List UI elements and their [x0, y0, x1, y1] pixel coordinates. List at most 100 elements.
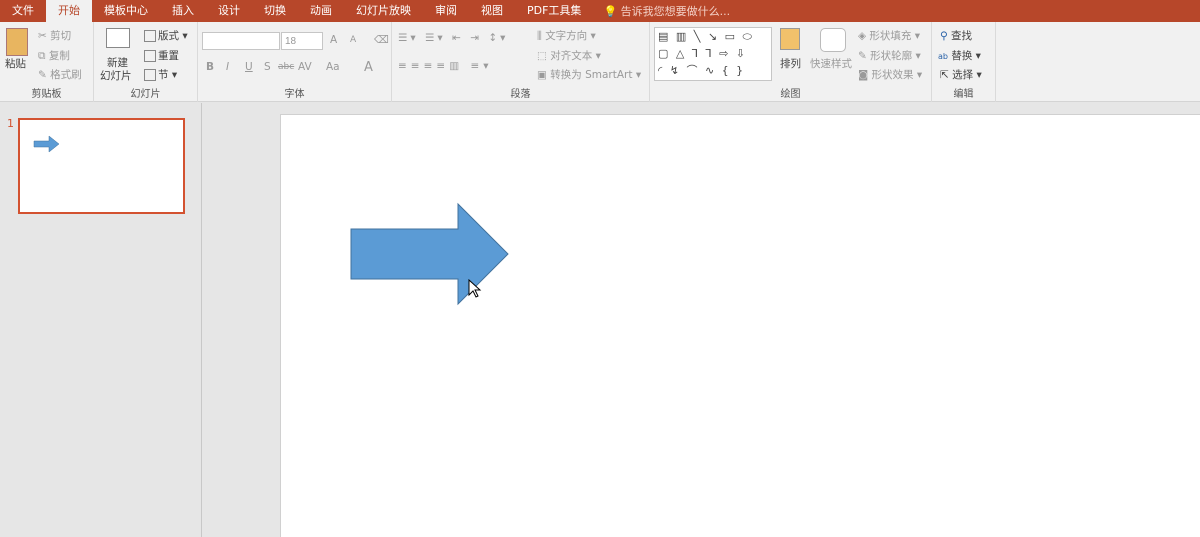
shape-fill-label: 形状填充: [869, 30, 912, 42]
align-text-button[interactable]: ⬚ 对齐文本 ▾: [537, 48, 601, 63]
slide-canvas[interactable]: [280, 114, 1200, 537]
reset-icon: [144, 50, 156, 62]
shapes-row[interactable]: ▤ ▥ ╲ ↘ ▭ ⬭: [658, 28, 771, 45]
replace-label: 替换: [951, 50, 973, 62]
copy-button[interactable]: ⧉ 复制: [38, 48, 70, 63]
move-cursor-icon: [468, 279, 482, 298]
change-case-button[interactable]: Aa: [326, 61, 340, 73]
paragraph-label: 段落: [510, 89, 531, 100]
italic-button[interactable]: I: [226, 61, 229, 73]
group-paragraph: ☰▾ ☰▾ ⇤ ⇥ ↕▾ ≡≡≡≡▥ ≡▾ ⫼ 文字方向 ▾ ⬚ 对齐文本 ▾ …: [392, 22, 650, 102]
arrange-icon: [780, 28, 800, 50]
smartart-button[interactable]: ▣ 转换为 SmartArt ▾: [537, 67, 641, 82]
tell-me-search[interactable]: 💡 告诉我您想要做什么...: [593, 3, 730, 19]
shape-outline-button[interactable]: ✎ 形状轮廓 ▾: [858, 48, 921, 63]
strikethrough-button[interactable]: abc: [278, 62, 294, 72]
lightbulb-icon: 💡: [603, 5, 618, 18]
drawing-label: 绘图: [780, 89, 801, 100]
copy-label: 复制: [48, 50, 70, 62]
tab-review[interactable]: 审阅: [423, 0, 469, 22]
text-direction-label: 文字方向: [545, 30, 588, 42]
editing-label: 编辑: [953, 89, 974, 100]
tab-file[interactable]: 文件: [0, 0, 46, 22]
ribbon-tabs: 文件 开始 模板中心 插入 设计 切换 动画 幻灯片放映 审阅 视图 PDF工具…: [0, 0, 1200, 22]
tab-home[interactable]: 开始: [46, 0, 92, 22]
shapes-row[interactable]: ▢ △ ⅂ ⅂ ⇨ ⇩: [658, 45, 771, 62]
thumbnail-arrow-shape: [33, 135, 60, 153]
bold-button[interactable]: B: [206, 61, 214, 73]
list-buttons[interactable]: ☰▾ ☰▾ ⇤ ⇥ ↕▾: [398, 32, 508, 44]
tab-template-center[interactable]: 模板中心: [92, 0, 160, 22]
brush-icon: ✎: [38, 69, 47, 81]
group-slides: 新建 幻灯片 版式 ▾ 重置 节 ▾ 幻灯片: [94, 22, 198, 102]
shapes-row[interactable]: ◜ ↯ ⌒ ∿ { }: [658, 62, 771, 79]
paste-button[interactable]: 粘贴: [5, 56, 26, 71]
layout-label: 版式: [158, 30, 179, 42]
tab-view[interactable]: 视图: [469, 0, 515, 22]
group-editing: ⚲ 查找 ab 替换 ▾ ⇱ 选择 ▾ 编辑: [932, 22, 996, 102]
tab-slideshow[interactable]: 幻灯片放映: [344, 0, 423, 22]
align-text-icon: ⬚: [537, 50, 547, 62]
section-icon: [144, 69, 156, 81]
section-label: 节: [158, 69, 169, 81]
tab-pdf-tools[interactable]: PDF工具集: [515, 0, 593, 22]
grow-font-button[interactable]: A: [330, 34, 337, 46]
section-button[interactable]: 节 ▾: [144, 67, 177, 82]
shapes-gallery[interactable]: ▤ ▥ ╲ ↘ ▭ ⬭ ▢ △ ⅂ ⅂ ⇨ ⇩ ◜ ↯ ⌒ ∿ { }: [654, 27, 772, 81]
smartart-icon: ▣: [537, 69, 547, 81]
arrange-button[interactable]: 排列: [780, 56, 801, 71]
reset-label: 重置: [158, 50, 179, 62]
cut-label: 剪切: [50, 30, 72, 42]
tab-design[interactable]: 设计: [206, 0, 252, 22]
right-arrow-shape[interactable]: [349, 202, 519, 312]
shape-outline-label: 形状轮廓: [870, 50, 913, 62]
copy-icon: ⧉: [38, 50, 46, 62]
group-font: A A ⌫ B I U S abc AV Aa A 字体: [198, 22, 392, 102]
shrink-font-button[interactable]: A: [350, 35, 356, 45]
new-slide-dropdown[interactable]: 幻灯片: [100, 68, 132, 83]
ribbon: 粘贴 ✂ 剪切 ⧉ 复制 ✎ 格式刷 剪贴板 新建 幻灯片 版式 ▾ 重置 节 …: [0, 22, 1200, 102]
underline-button[interactable]: U: [245, 61, 253, 73]
slide-thumbnail-1[interactable]: [18, 118, 185, 214]
quick-styles-icon: [820, 28, 846, 52]
paint-bucket-icon: ◈: [858, 30, 867, 42]
text-direction-icon: ⫼: [537, 30, 542, 42]
align-buttons[interactable]: ≡≡≡≡▥ ≡▾: [398, 60, 493, 72]
font-color-button[interactable]: A: [364, 60, 373, 75]
shape-effects-button[interactable]: ◙ 形状效果 ▾: [858, 67, 922, 82]
layout-button[interactable]: 版式 ▾: [144, 28, 188, 43]
new-slide-icon: [106, 28, 130, 48]
slide-number: 1: [7, 117, 14, 130]
replace-icon: ab: [938, 52, 948, 61]
shape-fill-button[interactable]: ◈ 形状填充 ▾: [858, 28, 920, 43]
select-label: 选择: [952, 69, 974, 81]
tab-animations[interactable]: 动画: [298, 0, 344, 22]
cursor-icon: ⇱: [940, 69, 949, 81]
search-icon: ⚲: [940, 30, 948, 42]
align-text-label: 对齐文本: [550, 50, 593, 62]
find-button[interactable]: ⚲ 查找: [940, 28, 972, 43]
slides-label: 幻灯片: [130, 89, 161, 100]
format-painter-button[interactable]: ✎ 格式刷: [38, 67, 82, 82]
replace-button[interactable]: ab 替换 ▾: [938, 48, 981, 63]
font-size-input[interactable]: [281, 32, 323, 50]
font-label: 字体: [284, 89, 305, 100]
clear-format-icon[interactable]: ⌫: [374, 34, 389, 46]
tab-insert[interactable]: 插入: [160, 0, 206, 22]
select-button[interactable]: ⇱ 选择 ▾: [940, 67, 982, 82]
quick-styles-button[interactable]: 快速样式: [810, 56, 852, 71]
paste-icon: [6, 28, 28, 56]
find-label: 查找: [951, 30, 973, 42]
tab-transitions[interactable]: 切换: [252, 0, 298, 22]
tell-me-text: 告诉我您想要做什么...: [620, 5, 731, 18]
smartart-label: 转换为 SmartArt: [550, 69, 633, 81]
shadow-button[interactable]: S: [264, 61, 271, 73]
group-clipboard: 粘贴 ✂ 剪切 ⧉ 复制 ✎ 格式刷 剪贴板: [0, 22, 94, 102]
format-painter-label: 格式刷: [50, 69, 82, 81]
char-spacing-button[interactable]: AV: [298, 61, 312, 73]
text-direction-button[interactable]: ⫼ 文字方向 ▾: [537, 28, 596, 43]
pencil-icon: ✎: [858, 50, 867, 62]
reset-button[interactable]: 重置: [144, 48, 179, 63]
font-name-input[interactable]: [202, 32, 280, 50]
cut-button[interactable]: ✂ 剪切: [38, 28, 71, 43]
